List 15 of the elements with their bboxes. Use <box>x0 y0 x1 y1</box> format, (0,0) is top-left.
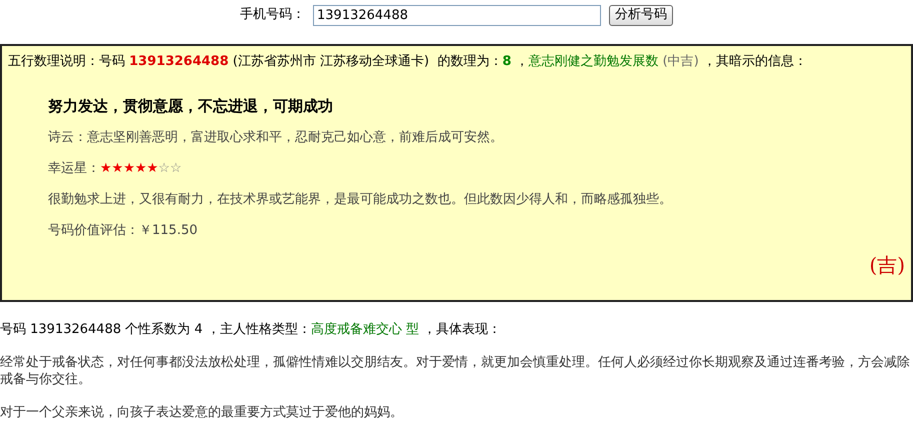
headline: 努力发达，贯彻意愿，不忘进退，可期成功 <box>48 96 334 116</box>
star-rating: ★★★★★☆☆ <box>100 161 182 178</box>
lucky-star-label: 幸运星： <box>48 161 100 178</box>
personality-summary: 号码 13913264488 个性系数为 4 ，主人性格类型：高度戒备难交心 型 ，具体表现： <box>0 322 502 339</box>
phone-label: 手机号码： <box>240 7 305 24</box>
verdict-text: (吉) <box>869 252 905 278</box>
value-label: 号码价值评估： <box>48 223 139 240</box>
phone-input[interactable]: 13913264488 <box>313 5 601 26</box>
paragraph: 经常处于戒备状态，对任何事都没法放松处理，孤僻性情难以交朋结友。对于爱情，就更加会慎重处理。任何人必须经过你长期观察及通过连番考验，方会减除戒备与你交往。 <box>0 354 911 389</box>
poem-text: 诗云：意志坚刚善恶明，富进取心求和平，忍耐克己如心意，前难后成可安然。 <box>48 130 504 148</box>
paragraph: 对于一个父亲来说，向孩子表达爱意的最重要方式莫过于爱他的妈妈。 <box>0 404 404 422</box>
analyze-button[interactable]: 分析号码 <box>609 5 673 26</box>
value-amount: ￥115.50 <box>139 223 198 240</box>
description-text: 很勤勉求上进，又很有耐力，在技术界或艺能界，是最可能成功之数也。但此数因少得人和，而略感孤独些。 <box>48 192 673 210</box>
summary-text: 五行数理说明：号码 13913264488 (江苏省苏州市 江苏移动全球通卡) 的数理为：8 ，意志刚健之勤勉发展数 (中吉) ，其暗示的信息： <box>8 54 808 71</box>
